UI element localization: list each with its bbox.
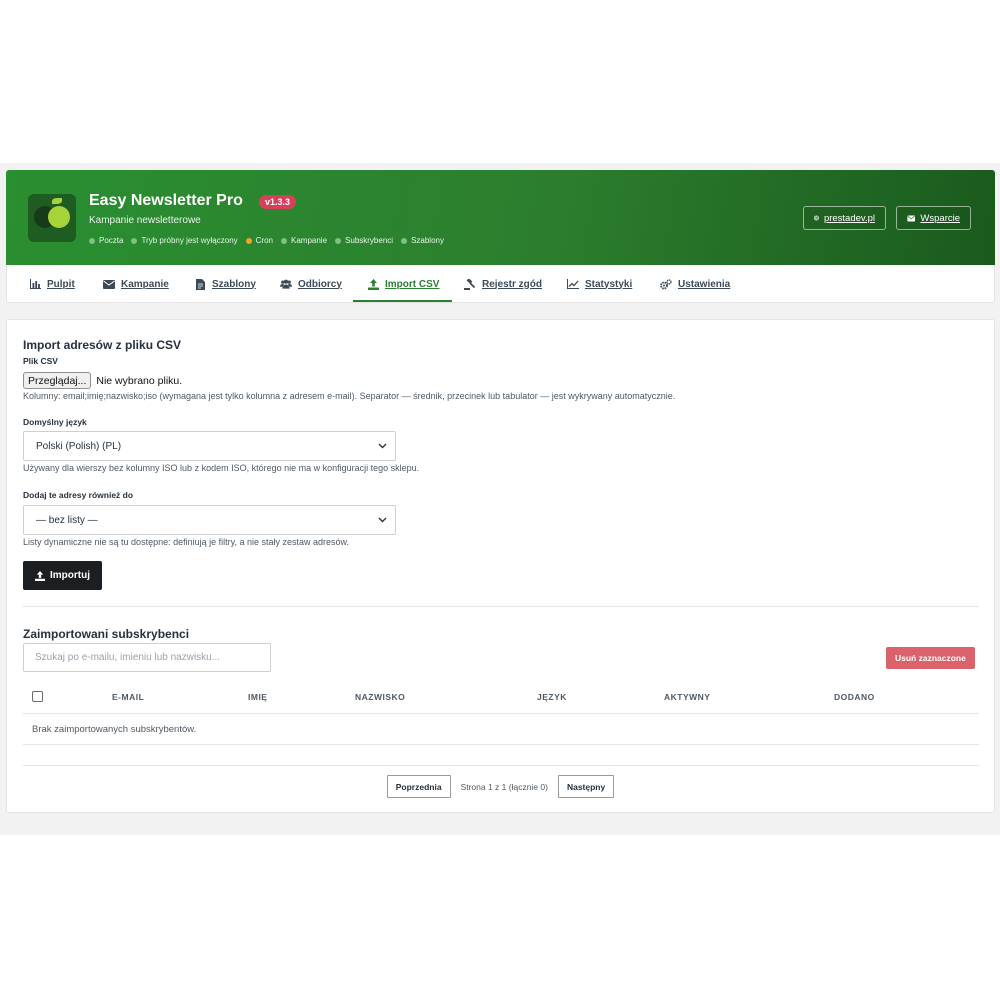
next-page-button[interactable]: Następny <box>557 775 615 798</box>
chart-bar-icon <box>29 279 41 290</box>
tab-rejestr-zgod[interactable]: Rejestr zgód <box>464 265 542 303</box>
status-subscribers: Subskrybenci <box>335 236 393 245</box>
main-nav: Pulpit Kampanie Szablony Odbiorcy Import… <box>6 265 995 303</box>
tab-odbiorcy[interactable]: Odbiorcy <box>280 265 342 303</box>
column-email[interactable]: E-MAIL <box>112 692 144 702</box>
app-subtitle: Kampanie newsletterowe <box>89 215 201 226</box>
prev-page-button[interactable]: Poprzednia <box>386 775 451 798</box>
language-help: Używany dla wierszy bez kolumny ISO lub … <box>23 463 420 473</box>
pagination: Poprzednia Strona 1 z 1 (łącznie 0) Nast… <box>7 775 994 798</box>
tab-statystyki[interactable]: Statystyki <box>567 265 632 303</box>
file-status: Nie wybrano pliku. <box>96 374 183 387</box>
status-poczta: Poczta <box>89 236 123 245</box>
browse-button[interactable]: Przeglądaj... <box>23 372 92 389</box>
pagination-divider <box>23 765 979 766</box>
envelope-icon <box>907 214 916 222</box>
import-button[interactable]: Importuj <box>23 561 102 590</box>
list-help: Listy dynamiczne nie są tu dostępne: def… <box>23 537 350 547</box>
column-active[interactable]: AKTYWNY <box>664 692 710 702</box>
import-panel: Import adresów z pliku CSV Plik CSV Prze… <box>6 319 995 813</box>
status-dot-icon <box>401 237 408 244</box>
status-dot-icon <box>245 237 252 244</box>
columns-help: Kolumny: email;imię;nazwisko;iso (wymaga… <box>23 391 676 401</box>
prestadev-link-button[interactable]: prestadev.pl <box>803 206 886 230</box>
subscriber-search-input[interactable]: Szukaj po e-mailu, imieniu lub nazwisku.… <box>23 643 271 672</box>
tab-import-csv[interactable]: Import CSV <box>367 265 439 303</box>
upload-icon <box>367 278 379 290</box>
status-dot-icon <box>335 237 342 244</box>
chevron-down-icon <box>378 443 387 449</box>
status-dot-icon <box>131 237 138 244</box>
tab-kampanie[interactable]: Kampanie <box>103 265 169 303</box>
section-divider <box>23 606 979 607</box>
select-all-checkbox[interactable] <box>32 691 43 702</box>
chevron-down-icon <box>378 517 387 523</box>
page-info: Strona 1 z 1 (łącznie 0) <box>460 781 548 792</box>
delete-selected-button[interactable]: Usuń zaznaczone <box>886 647 975 669</box>
column-first-name[interactable]: IMIĘ <box>248 692 267 702</box>
language-select[interactable]: Polski (Polish) (PL) <box>23 431 396 461</box>
tab-ustawienia[interactable]: Ustawienia <box>660 265 730 303</box>
file-icon <box>194 278 206 290</box>
subscribers-title: Zaimportowani subskrybenci <box>23 627 190 641</box>
app-header: Easy Newsletter Pro v1.3.3 Kampanie news… <box>6 170 995 265</box>
version-badge: v1.3.3 <box>259 195 297 209</box>
list-select[interactable]: — bez listy — <box>23 505 396 535</box>
status-indicators: Poczta Tryb próbny jest wyłączony Cron K… <box>89 236 444 245</box>
users-icon <box>280 279 292 290</box>
status-campaigns: Kampanie <box>281 236 327 245</box>
language-label: Domyślny język <box>23 417 87 427</box>
column-added[interactable]: DODANO <box>834 692 875 702</box>
status-dot-icon <box>281 237 287 244</box>
tab-pulpit[interactable]: Pulpit <box>29 265 75 303</box>
globe-icon <box>814 215 819 221</box>
status-templates: Szablony <box>401 236 444 245</box>
file-input[interactable]: Przeglądaj... Nie wybrano pliku. <box>23 372 182 389</box>
gears-icon <box>660 278 672 290</box>
import-title: Import adresów z pliku CSV <box>23 338 182 352</box>
empty-message: Brak zaimportowanych subskrybentów. <box>32 724 197 735</box>
status-test-mode: Tryb próbny jest wyłączony <box>131 236 238 245</box>
column-last-name[interactable]: NAZWISKO <box>355 692 405 702</box>
upload-icon <box>35 570 45 581</box>
status-cron: Cron <box>245 236 273 245</box>
active-tab-indicator <box>353 300 452 302</box>
status-dot-icon <box>89 237 95 244</box>
envelope-icon <box>103 279 115 290</box>
app-logo <box>28 194 76 242</box>
tab-szablony[interactable]: Szablony <box>194 265 256 303</box>
gavel-icon <box>464 278 476 290</box>
list-label: Dodaj te adresy również do <box>23 490 134 500</box>
file-label: Plik CSV <box>23 356 58 366</box>
table-row: Brak zaimportowanych subskrybentów. <box>23 714 979 745</box>
line-chart-icon <box>567 279 579 290</box>
table-header-row: E-MAIL IMIĘ NAZWISKO JĘZYK AKTYWNY DODAN… <box>23 684 979 714</box>
column-language[interactable]: JĘZYK <box>537 692 567 702</box>
support-link-button[interactable]: Wsparcie <box>896 206 971 230</box>
app-title: Easy Newsletter Pro <box>89 192 243 209</box>
